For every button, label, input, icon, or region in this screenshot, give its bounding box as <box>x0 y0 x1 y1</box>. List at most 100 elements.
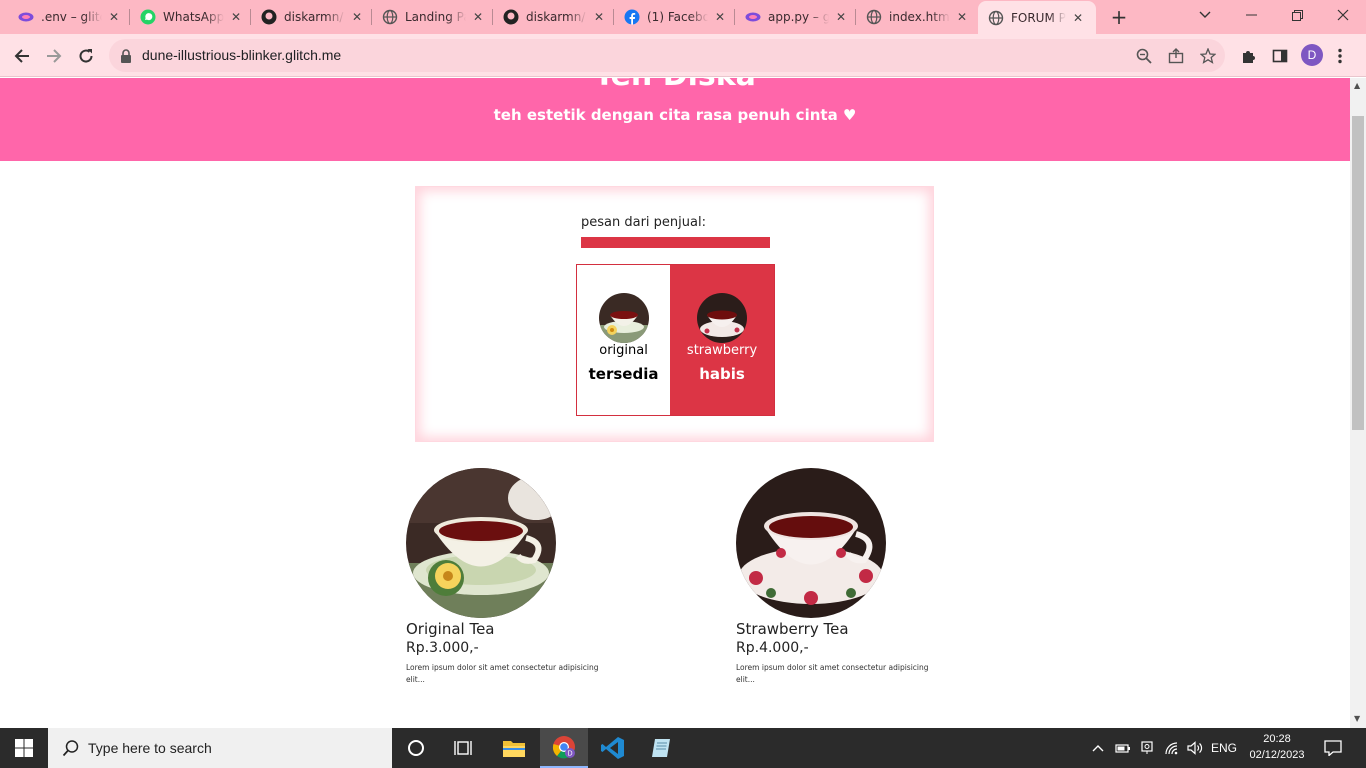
close-icon[interactable]: ✕ <box>349 9 365 25</box>
tab-app-py-glitch[interactable]: app.py – glitch ✕ <box>745 4 849 30</box>
tab-separator <box>613 9 614 25</box>
windows-taskbar: Type here to search D ENG 20:28 02/12/20… <box>0 728 1366 768</box>
tab-whatsapp[interactable]: WhatsApp ✕ <box>140 4 244 30</box>
arrow-left-icon <box>14 49 29 63</box>
battery-icon <box>1115 744 1130 753</box>
task-view-button[interactable] <box>440 728 488 768</box>
product-description: Lorem ipsum dolor sit amet consectetur a… <box>406 663 599 684</box>
restore-button[interactable] <box>1274 0 1320 30</box>
address-bar[interactable]: dune-illustrious-blinker.glitch.me <box>109 39 1225 72</box>
close-icon[interactable]: ✕ <box>712 9 728 25</box>
minimize-button[interactable] <box>1228 0 1274 30</box>
menu-kebab-icon[interactable] <box>1329 45 1351 67</box>
notepad-icon <box>652 739 670 757</box>
close-icon[interactable]: ✕ <box>1070 10 1086 26</box>
close-icon[interactable]: ✕ <box>106 9 122 25</box>
tray-clock[interactable]: 20:28 02/12/2023 <box>1240 731 1314 763</box>
scrollbar-thumb[interactable] <box>1352 116 1364 430</box>
tab-separator <box>129 9 130 25</box>
stock-item-original: original tersedia <box>577 265 670 415</box>
reload-icon <box>79 49 93 63</box>
tab-title: WhatsApp <box>163 10 224 24</box>
arrow-right-icon <box>47 49 62 63</box>
stock-status-available: tersedia <box>588 365 659 383</box>
tab-env-glitch[interactable]: .env – glitch ✕ <box>18 4 122 30</box>
tab-title: .env – glitch <box>41 10 102 24</box>
tab-title: FORUM PESAN <box>1011 10 1066 25</box>
page-title: Teh Diska <box>0 78 1350 93</box>
tab-facebook[interactable]: (1) Facebook ✕ <box>624 4 728 30</box>
tab-title: index.html <box>889 10 950 24</box>
whatsapp-icon <box>140 9 156 25</box>
tray-volume[interactable] <box>1184 728 1206 768</box>
url-text: dune-illustrious-blinker.glitch.me <box>142 47 342 63</box>
close-icon[interactable]: ✕ <box>470 9 486 25</box>
tray-device[interactable] <box>1137 728 1157 768</box>
extensions-icon[interactable] <box>1237 45 1259 67</box>
back-button[interactable] <box>8 42 36 70</box>
taskbar-file-explorer[interactable] <box>490 728 538 768</box>
taskbar-search[interactable]: Type here to search <box>48 728 392 768</box>
tab-index-html[interactable]: index.html ✕ <box>866 4 970 30</box>
original-tea-thumbnail <box>598 293 649 343</box>
cortana-button[interactable] <box>392 728 440 768</box>
start-button[interactable] <box>0 728 48 768</box>
scroll-up-icon[interactable]: ▲ <box>1354 81 1360 90</box>
tray-chevron[interactable] <box>1088 728 1108 768</box>
scroll-down-icon[interactable]: ▼ <box>1354 714 1360 723</box>
glitch-icon <box>18 9 34 25</box>
search-icon <box>62 739 80 757</box>
hero-banner: Teh Diska teh estetik dengan cita rasa p… <box>0 78 1350 161</box>
restore-icon <box>1291 9 1303 21</box>
tab-separator <box>371 9 372 25</box>
taskbar-notepad[interactable] <box>637 728 685 768</box>
tray-language[interactable]: ENG <box>1208 728 1240 768</box>
windows-logo-icon <box>15 739 33 757</box>
notification-center-button[interactable] <box>1318 728 1348 768</box>
reload-button[interactable] <box>72 42 100 70</box>
tab-github-diskarmn[interactable]: diskarmn/ ✕ <box>261 4 365 30</box>
share-icon[interactable] <box>1167 47 1185 65</box>
star-icon[interactable] <box>1199 47 1217 65</box>
close-icon[interactable]: ✕ <box>954 9 970 25</box>
task-view-icon <box>454 741 472 755</box>
tab-separator <box>855 9 856 25</box>
page-scrollbar[interactable]: ▲ ▼ <box>1350 78 1366 728</box>
tab-title: Landing Page <box>405 10 466 24</box>
taskbar-chrome[interactable]: D <box>540 728 588 768</box>
lock-icon <box>120 48 132 67</box>
forward-button[interactable] <box>40 42 68 70</box>
taskbar-vscode[interactable] <box>589 728 637 768</box>
product-card-strawberry[interactable]: Strawberry Tea Rp.4.000,- Lorem ipsum do… <box>736 468 936 686</box>
plus-icon: + <box>1110 5 1128 29</box>
close-icon[interactable]: ✕ <box>833 9 849 25</box>
zoom-icon[interactable] <box>1135 47 1153 65</box>
product-name: Original Tea <box>406 620 495 638</box>
clock-date: 02/12/2023 <box>1249 749 1305 761</box>
notification-icon <box>1324 740 1342 756</box>
tray-battery[interactable] <box>1112 728 1134 768</box>
chrome-icon: D <box>552 736 575 759</box>
close-icon[interactable]: ✕ <box>591 9 607 25</box>
new-tab-button[interactable]: + <box>1108 5 1130 29</box>
profile-avatar[interactable]: D <box>1301 44 1323 66</box>
glitch-icon <box>745 9 761 25</box>
wifi-icon <box>1165 742 1178 755</box>
tab-github-diskarmn-2[interactable]: diskarmn/ ✕ <box>503 4 607 30</box>
tab-forum-pesan[interactable]: FORUM PESAN ✕ <box>978 1 1096 34</box>
globe-icon <box>866 9 882 25</box>
close-window-button[interactable] <box>1320 0 1366 30</box>
tab-title: app.py – glitch <box>768 10 829 24</box>
volume-icon <box>1187 741 1203 755</box>
clock-time: 20:28 <box>1263 733 1291 745</box>
globe-icon <box>382 9 398 25</box>
side-panel-icon[interactable] <box>1269 45 1291 67</box>
tab-title: diskarmn/ <box>284 10 344 24</box>
tab-landing-page[interactable]: Landing Page ✕ <box>382 4 486 30</box>
close-icon[interactable]: ✕ <box>228 9 244 25</box>
product-card-original[interactable]: Original Tea Rp.3.000,- Lorem ipsum dolo… <box>406 468 606 686</box>
github-icon <box>261 9 277 25</box>
tab-separator <box>734 9 735 25</box>
tray-network[interactable] <box>1161 728 1183 768</box>
tab-search-button[interactable] <box>1182 0 1228 30</box>
